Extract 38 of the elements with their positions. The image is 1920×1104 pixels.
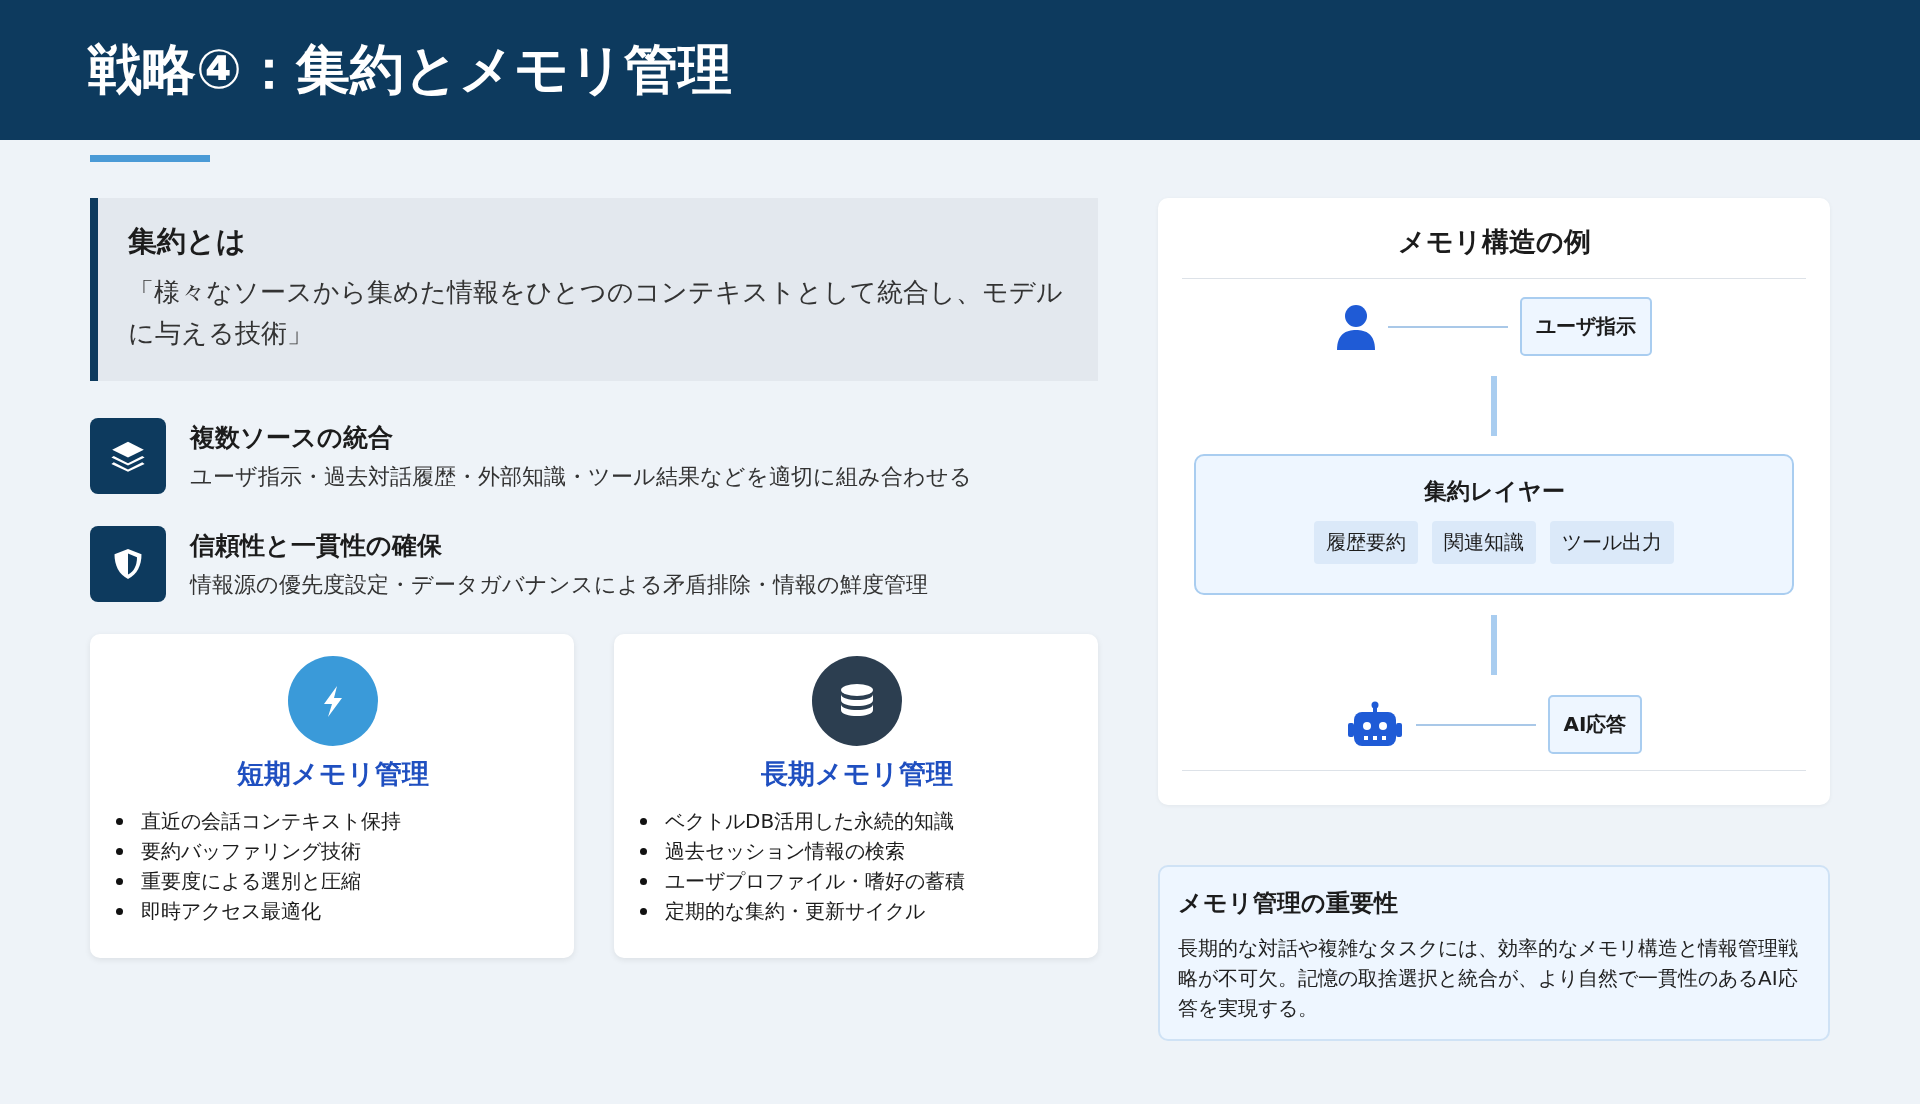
list-item: 直近の会話コンテキスト保持 <box>141 808 401 835</box>
lightning-icon <box>288 656 378 746</box>
user-instruction-node: ユーザ指示 <box>1520 297 1652 356</box>
layer-tag: 関連知識 <box>1432 521 1536 564</box>
feature-title: 複数ソースの統合 <box>190 421 394 454</box>
bullet-icon <box>640 907 647 915</box>
bullet-icon <box>640 847 647 855</box>
feature-title: 信頼性と一貫性の確保 <box>190 529 443 562</box>
list-item: 過去セッション情報の検索 <box>665 838 905 865</box>
bullet-icon <box>116 907 123 915</box>
bullet-icon <box>640 877 647 885</box>
ai-response-node: AI応答 <box>1547 695 1643 754</box>
list-item: ユーザプロファイル・嗜好の蓄積 <box>665 868 965 895</box>
bullet-icon <box>116 877 123 885</box>
list-item: 重要度による選別と圧縮 <box>141 868 361 895</box>
card-title: 長期メモリ管理 <box>761 757 953 791</box>
definition-text: 「様々なソースから集めた情報をひとつのコンテキストとして統合し、モデルに与える技術」 <box>128 276 1064 350</box>
feature-description: 情報源の優先度設定・データガバナンスによる矛盾排除・情報の鮮度管理 <box>190 570 928 599</box>
slide-title: 戦略④：集約とメモリ管理 <box>88 36 732 103</box>
definition-heading: 集約とは <box>128 223 247 260</box>
bullet-icon <box>116 847 123 855</box>
person-icon <box>1336 303 1376 350</box>
bullet-icon <box>640 817 647 825</box>
layer-tag: 履歴要約 <box>1314 521 1418 564</box>
list-item: 要約バッファリング技術 <box>141 838 361 865</box>
list-item: 定期的な集約・更新サイクル <box>665 898 925 925</box>
importance-title: メモリ管理の重要性 <box>1178 888 1399 919</box>
layer-title: 集約レイヤー <box>1423 477 1565 506</box>
bullet-icon <box>116 817 123 825</box>
importance-text: 長期的な対話や複雑なタスクには、効率的なメモリ構造と情報管理戦略が不可欠。記憶の取捨選択と統合が、より自然で一貫性のあるAI応答を実現する。 <box>1178 935 1799 1022</box>
list-item: 即時アクセス最適化 <box>141 898 321 925</box>
database-icon <box>812 656 902 746</box>
feature-description: ユーザ指示・過去対話履歴・外部知識・ツール結果などを適切に組み合わせる <box>190 462 972 491</box>
layer-tag: ツール出力 <box>1550 521 1674 564</box>
robot-icon <box>1345 700 1404 749</box>
diagram-title: メモリ構造の例 <box>1182 198 1806 279</box>
list-item: ベクトルDB活用した永続的知識 <box>665 808 955 835</box>
card-title: 短期メモリ管理 <box>237 757 429 791</box>
